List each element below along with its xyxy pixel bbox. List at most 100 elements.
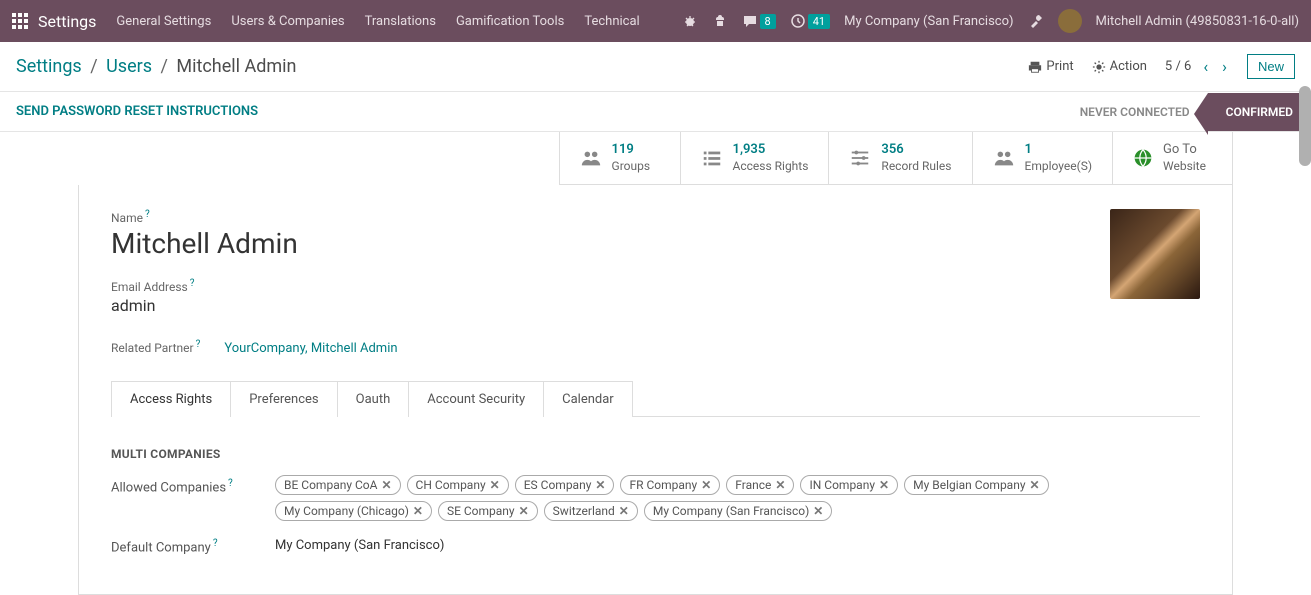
email-value: admin bbox=[111, 296, 1200, 315]
allowed-companies-row: Allowed Companies? BE Company CoA✕ CH Co… bbox=[111, 475, 1200, 521]
status-confirmed[interactable]: CONFIRMED bbox=[1208, 93, 1311, 131]
messages-icon[interactable]: 8 bbox=[742, 13, 776, 29]
tools-icon[interactable] bbox=[1028, 13, 1044, 29]
menu-users[interactable]: Users & Companies bbox=[231, 14, 344, 29]
new-button[interactable]: New bbox=[1247, 54, 1295, 79]
related-partner-link[interactable]: YourCompany, Mitchell Admin bbox=[224, 341, 397, 356]
stat-access-rights[interactable]: 1,935Access Rights bbox=[680, 132, 829, 184]
pager-next[interactable]: › bbox=[1220, 57, 1229, 76]
remove-icon[interactable]: ✕ bbox=[490, 478, 500, 492]
stat-label: Website bbox=[1163, 159, 1206, 175]
remove-icon[interactable]: ✕ bbox=[619, 504, 629, 518]
remove-icon[interactable]: ✕ bbox=[519, 504, 529, 518]
form-sheet: Name? Mitchell Admin Email Address? admi… bbox=[78, 185, 1233, 594]
send-password-reset[interactable]: SEND PASSWORD RESET INSTRUCTIONS bbox=[0, 92, 274, 131]
list-icon bbox=[701, 147, 723, 169]
menu-gamification[interactable]: Gamification Tools bbox=[456, 14, 564, 29]
email-label: Email Address? bbox=[111, 278, 1200, 294]
remove-icon[interactable]: ✕ bbox=[381, 478, 391, 492]
remove-icon[interactable]: ✕ bbox=[701, 478, 711, 492]
remove-icon[interactable]: ✕ bbox=[879, 478, 889, 492]
default-label: Default Company? bbox=[111, 535, 251, 555]
name-label: Name? bbox=[111, 209, 1200, 225]
stat-label: Employee(S) bbox=[1025, 159, 1093, 175]
menu-technical[interactable]: Technical bbox=[584, 14, 639, 29]
crumb-users[interactable]: Users bbox=[106, 56, 152, 77]
chef-icon[interactable] bbox=[712, 13, 728, 29]
print-label: Print bbox=[1046, 59, 1073, 74]
help-icon[interactable]: ? bbox=[145, 209, 150, 220]
tab-preferences[interactable]: Preferences bbox=[230, 381, 337, 417]
name-value: Mitchell Admin bbox=[111, 227, 1200, 260]
tab-account-security[interactable]: Account Security bbox=[408, 381, 544, 417]
company-tag[interactable]: My Company (San Francisco)✕ bbox=[644, 501, 832, 521]
activities-badge: 41 bbox=[808, 14, 830, 29]
print-button[interactable]: Print bbox=[1028, 59, 1073, 74]
apps-icon[interactable] bbox=[12, 13, 28, 29]
tab-oauth[interactable]: Oauth bbox=[337, 381, 410, 417]
stat-record-rules[interactable]: 356Record Rules bbox=[828, 132, 971, 184]
crumb-root[interactable]: Settings bbox=[16, 56, 82, 77]
action-button[interactable]: Action bbox=[1092, 59, 1147, 74]
remove-icon[interactable]: ✕ bbox=[1030, 478, 1040, 492]
company-tag[interactable]: IN Company✕ bbox=[800, 475, 898, 495]
company-tag[interactable]: France✕ bbox=[726, 475, 794, 495]
status-row: SEND PASSWORD RESET INSTRUCTIONS NEVER C… bbox=[0, 92, 1311, 132]
user-name[interactable]: Mitchell Admin (49850831-16-0-all) bbox=[1096, 14, 1299, 29]
company-tag[interactable]: My Company (Chicago)✕ bbox=[275, 501, 432, 521]
action-label: Action bbox=[1110, 59, 1147, 74]
stat-num: 119 bbox=[612, 142, 651, 159]
allowed-companies-tags[interactable]: BE Company CoA✕ CH Company✕ ES Company✕ … bbox=[275, 475, 1200, 521]
help-icon[interactable]: ? bbox=[190, 278, 195, 289]
stat-num: 1,935 bbox=[733, 142, 809, 159]
crumb-current: Mitchell Admin bbox=[176, 56, 296, 77]
tab-calendar[interactable]: Calendar bbox=[543, 381, 633, 417]
topnav-right: 8 41 My Company (San Francisco) Mitchell… bbox=[682, 9, 1299, 33]
messages-badge: 8 bbox=[760, 14, 776, 29]
pager-prev[interactable]: ‹ bbox=[1201, 57, 1210, 76]
remove-icon[interactable]: ✕ bbox=[413, 504, 423, 518]
stat-label: Groups bbox=[612, 159, 651, 175]
status-never[interactable]: NEVER CONNECTED bbox=[1062, 93, 1208, 131]
sliders-icon bbox=[849, 147, 871, 169]
help-icon[interactable]: ? bbox=[213, 538, 218, 549]
menu-general[interactable]: General Settings bbox=[116, 14, 211, 29]
remove-icon[interactable]: ✕ bbox=[595, 478, 605, 492]
brand-title[interactable]: Settings bbox=[38, 12, 96, 31]
stat-num: 1 bbox=[1025, 142, 1093, 159]
user-avatar[interactable] bbox=[1058, 9, 1082, 33]
help-icon[interactable]: ? bbox=[196, 339, 201, 350]
related-label: Related Partner? bbox=[111, 339, 200, 355]
main-menu: General Settings Users & Companies Trans… bbox=[116, 14, 681, 29]
users-icon bbox=[993, 147, 1015, 169]
tab-access-rights[interactable]: Access Rights bbox=[111, 381, 231, 417]
content: 119Groups 1,935Access Rights 356Record R… bbox=[0, 132, 1311, 595]
bug-icon[interactable] bbox=[682, 13, 698, 29]
stat-num: Go To bbox=[1163, 142, 1206, 159]
remove-icon[interactable]: ✕ bbox=[813, 504, 823, 518]
company-tag[interactable]: Switzerland✕ bbox=[544, 501, 638, 521]
remove-icon[interactable]: ✕ bbox=[775, 478, 785, 492]
company-tag[interactable]: ES Company✕ bbox=[515, 475, 615, 495]
stat-groups[interactable]: 119Groups bbox=[560, 132, 680, 184]
user-photo[interactable] bbox=[1110, 209, 1200, 299]
pager: 5 / 6 ‹ › bbox=[1165, 57, 1229, 76]
company-tag[interactable]: SE Company✕ bbox=[438, 501, 538, 521]
menu-translations[interactable]: Translations bbox=[365, 14, 436, 29]
stat-website[interactable]: Go ToWebsite bbox=[1112, 132, 1232, 184]
company-tag[interactable]: CH Company✕ bbox=[407, 475, 509, 495]
scrollbar[interactable] bbox=[1299, 86, 1311, 166]
company-tag[interactable]: FR Company✕ bbox=[620, 475, 720, 495]
company-tag[interactable]: My Belgian Company✕ bbox=[904, 475, 1049, 495]
help-icon[interactable]: ? bbox=[228, 478, 233, 489]
company-tag[interactable]: BE Company CoA✕ bbox=[275, 475, 401, 495]
stat-label: Access Rights bbox=[733, 159, 809, 175]
stat-employees[interactable]: 1Employee(S) bbox=[972, 132, 1113, 184]
crumb-actions: Print Action 5 / 6 ‹ › New bbox=[1028, 54, 1295, 79]
company-selector[interactable]: My Company (San Francisco) bbox=[844, 14, 1013, 29]
stat-label: Record Rules bbox=[881, 159, 951, 175]
activities-icon[interactable]: 41 bbox=[790, 13, 830, 29]
default-company-value: My Company (San Francisco) bbox=[275, 535, 444, 553]
stat-boxes: 119Groups 1,935Access Rights 356Record R… bbox=[559, 132, 1233, 185]
crumb-sep: / bbox=[160, 56, 167, 77]
